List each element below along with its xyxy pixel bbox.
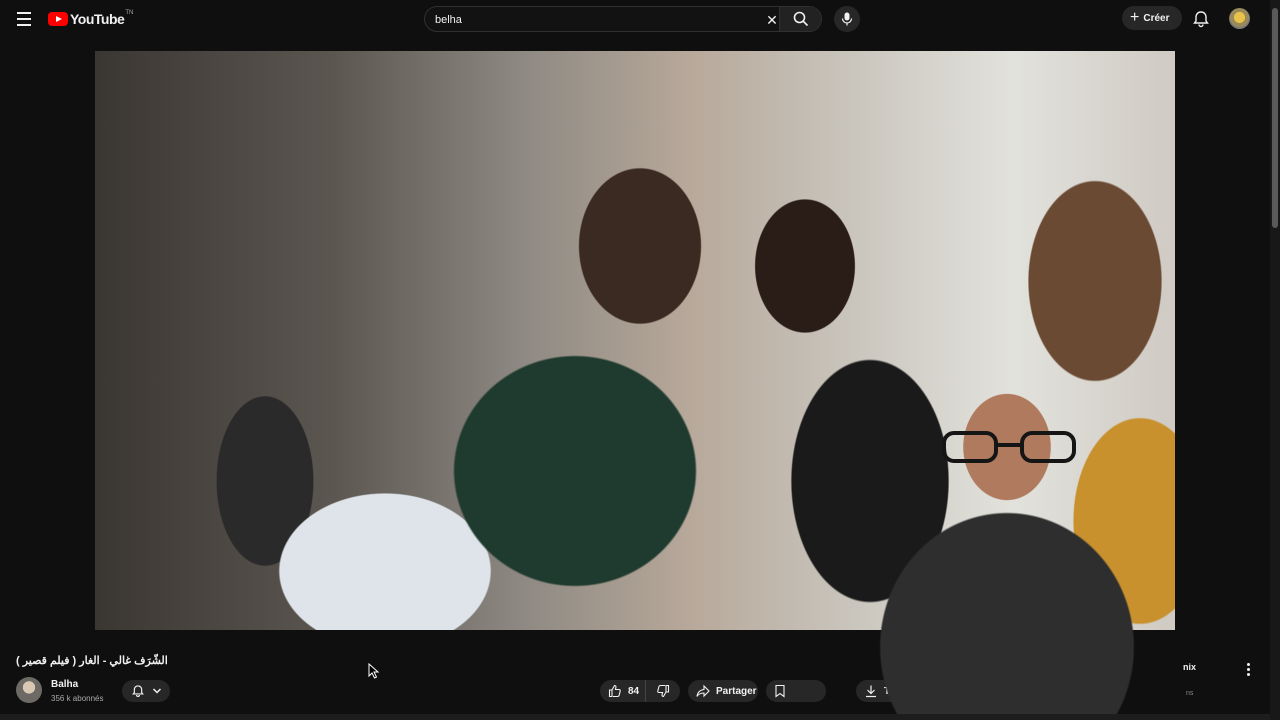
webcam-overlay (822, 337, 1190, 720)
dislike-button[interactable] (646, 680, 680, 702)
create-button[interactable]: + Créer (1122, 6, 1182, 30)
share-icon (696, 684, 710, 698)
bookmark-icon (775, 684, 785, 698)
like-icon (608, 684, 621, 698)
search-input[interactable] (435, 11, 755, 29)
share-label: Partager (716, 685, 757, 697)
bottom-divider (0, 714, 1270, 720)
voice-search-button[interactable] (834, 6, 860, 32)
scrollbar-thumb[interactable] (1272, 8, 1278, 228)
share-button[interactable]: Partager (688, 680, 758, 702)
subscriber-count: 356 k abonnés (51, 694, 104, 703)
youtube-logo[interactable]: YouTube TN (48, 9, 133, 29)
search-box: ✕ (424, 6, 822, 32)
channel-avatar[interactable] (16, 677, 42, 703)
mic-icon (841, 12, 853, 26)
search-button[interactable] (779, 7, 821, 31)
plus-icon: + (1130, 9, 1140, 26)
menu-icon[interactable] (12, 8, 36, 30)
notifications-button[interactable] (1190, 8, 1212, 30)
logo-text: YouTube (70, 11, 125, 27)
bell-icon (1193, 11, 1209, 28)
subscription-bell-button[interactable] (122, 680, 170, 702)
video-title: الشّرَف غالي - الغار ( فيلم قصير ) (16, 655, 168, 667)
search-icon (793, 11, 808, 27)
like-count: 84 (628, 685, 640, 697)
chevron-down-icon (152, 688, 162, 694)
glasses-shape (942, 431, 1076, 463)
like-button[interactable]: 84 (600, 680, 646, 702)
top-bar: YouTube TN ✕ + Créer (0, 0, 1280, 38)
account-avatar[interactable] (1229, 8, 1250, 29)
channel-name[interactable]: Balha (51, 679, 78, 690)
logo-tm: TN (125, 10, 134, 16)
save-button[interactable] (766, 680, 826, 702)
create-label: Créer (1143, 12, 1170, 24)
dislike-icon (657, 684, 670, 698)
mouse-cursor-icon (368, 663, 380, 679)
bell-icon (132, 685, 144, 697)
more-vert-icon[interactable] (1240, 660, 1256, 678)
youtube-logo-icon (48, 12, 68, 26)
